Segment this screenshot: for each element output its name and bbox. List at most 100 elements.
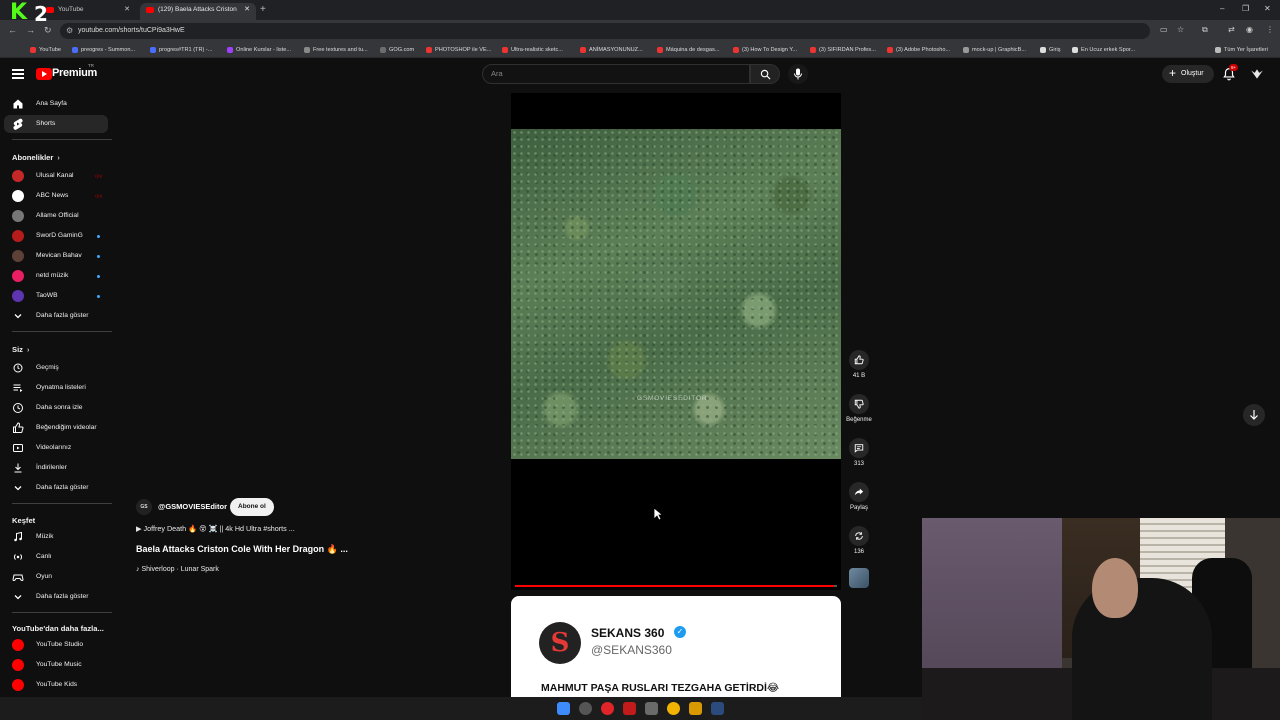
sidebar-item-yt-music[interactable]: YouTube Music: [4, 656, 108, 674]
show-more-you[interactable]: Daha fazla göster: [4, 479, 108, 497]
subscriptions-heading[interactable]: Abonelikler ›: [12, 153, 60, 162]
sidebar-channel[interactable]: Ulusal Kanal ((•)): [4, 167, 108, 185]
bookmark-item[interactable]: Giriş: [1040, 42, 1061, 58]
sound-thumbnail[interactable]: [849, 568, 869, 588]
window-close-icon[interactable]: ✕: [1264, 4, 1271, 13]
hamburger-menu-icon[interactable]: [12, 69, 24, 79]
bookmark-item[interactable]: Free textures and tu...: [304, 42, 368, 58]
bookmark-item[interactable]: Online Kurslar - liste...: [227, 42, 291, 58]
site-info-icon[interactable]: ⚙: [66, 23, 73, 39]
account-avatar[interactable]: [1250, 67, 1264, 81]
minimize-icon[interactable]: –: [1220, 4, 1224, 13]
dislike-button[interactable]: Beğenme: [846, 394, 872, 423]
sidebar-item-home[interactable]: Ana Sayfa: [4, 95, 108, 113]
sidebar-item-music[interactable]: Müzik: [4, 528, 108, 546]
sidebar-channel[interactable]: Allame Official: [4, 207, 108, 225]
bookmark-item[interactable]: mock-up | GraphicB...: [963, 42, 1026, 58]
sidebar-item-history[interactable]: Geçmiş: [4, 359, 108, 377]
sidebar-item-watch-later[interactable]: Daha sonra izle: [4, 399, 108, 417]
arrow-down-icon: [1250, 410, 1258, 420]
share-button[interactable]: Paylaş: [846, 482, 872, 511]
browser-tab-active[interactable]: (129) Baela Attacks Criston ✕: [140, 3, 256, 20]
search-icon: [760, 69, 771, 80]
bookmark-item[interactable]: ANİMASYONUNUZ...: [580, 42, 643, 58]
next-video-button[interactable]: [1243, 404, 1265, 426]
sidebar-item-your-videos[interactable]: Videolarınız: [4, 439, 108, 457]
short-title[interactable]: Baela Attacks Criston Cole With Her Drag…: [136, 544, 348, 555]
start-menu-icon[interactable]: [557, 702, 570, 715]
search-input[interactable]: Ara: [482, 64, 750, 84]
app-icon[interactable]: [645, 702, 658, 715]
chevron-right-icon: ›: [57, 155, 60, 162]
profile-icon[interactable]: ◉: [1246, 25, 1256, 35]
bookmark-item[interactable]: PHOTOSHOP ile VE...: [426, 42, 491, 58]
app-icon[interactable]: [623, 702, 636, 715]
show-more-explore[interactable]: Daha fazla göster: [4, 588, 108, 606]
browser-tab-youtube[interactable]: YouTube ✕: [40, 3, 136, 20]
sidebar-item-liked[interactable]: Beğendiğim videolar: [4, 419, 108, 437]
maximize-icon[interactable]: ❐: [1242, 4, 1249, 13]
sidebar-item-yt-kids[interactable]: YouTube Kids: [4, 676, 108, 694]
close-icon[interactable]: ✕: [124, 3, 130, 17]
bookmark-item[interactable]: En Ucuz erkek Spor...: [1072, 42, 1135, 58]
bookmark-item[interactable]: YouTube: [30, 42, 61, 58]
menu-kebab-icon[interactable]: ⋮: [1266, 25, 1276, 35]
bookmark-item[interactable]: (3) SIFIRDAN Profes...: [810, 42, 876, 58]
comments-button[interactable]: 313: [846, 438, 872, 467]
bookmark-item[interactable]: progres#TR1 (TR) -...: [150, 42, 212, 58]
sidebar-channel[interactable]: netd müzik: [4, 267, 108, 285]
sidebar-item-playlists[interactable]: Oynatma listeleri: [4, 379, 108, 397]
steam-icon[interactable]: [711, 702, 724, 715]
you-heading[interactable]: Siz ›: [12, 345, 29, 354]
forward-icon[interactable]: →: [26, 25, 35, 35]
app-icon[interactable]: [689, 702, 702, 715]
like-button[interactable]: 41 B: [846, 350, 872, 379]
bookmark-item[interactable]: Ultra-realistic sketc...: [502, 42, 563, 58]
next-short-preview[interactable]: SEKANS 360 ✓ @SEKANS360 MAHMUT PAŞA RUSL…: [511, 596, 841, 697]
create-button[interactable]: Oluştur: [1162, 64, 1214, 83]
all-bookmarks[interactable]: Tüm Yer İşaretleri: [1215, 42, 1268, 58]
live-indicator-icon: ((•)): [95, 173, 102, 178]
sidebar-channel[interactable]: SworD GaminG: [4, 227, 108, 245]
app-icon[interactable]: [579, 702, 592, 715]
bookmark-item[interactable]: (3) How To Design Y...: [733, 42, 797, 58]
bookmark-item[interactable]: preogres - Summon...: [72, 42, 135, 58]
new-tab-icon[interactable]: +: [260, 3, 266, 17]
bookmark-star-icon[interactable]: ☆: [1177, 25, 1187, 35]
sidebar-item-downloads[interactable]: İndirilenler: [4, 459, 108, 477]
bookmark-item[interactable]: GOG.com: [380, 42, 414, 58]
show-more-subscriptions[interactable]: Daha fazla göster: [4, 307, 108, 325]
cast-icon[interactable]: ▭: [1160, 25, 1170, 35]
remix-button[interactable]: 136: [846, 526, 872, 555]
short-music[interactable]: ♪ Shiverloop · Lunar Spark: [136, 566, 219, 573]
back-icon[interactable]: ←: [8, 25, 17, 35]
reload-icon[interactable]: ↻: [44, 25, 52, 36]
voice-search-button[interactable]: [788, 64, 808, 84]
sidebar-item-live[interactable]: Canlı: [4, 548, 108, 566]
shorts-player[interactable]: GSMOVIESEDITOR: [511, 93, 841, 590]
sidebar-channel[interactable]: Mevican Bahav: [4, 247, 108, 265]
close-icon[interactable]: ✕: [244, 3, 250, 17]
bookmark-item[interactable]: Máquina de desgas...: [657, 42, 720, 58]
sidebar-channel[interactable]: ABC News ((•)): [4, 187, 108, 205]
new-content-dot: [97, 275, 100, 278]
chevron-down-icon: [14, 314, 22, 319]
notifications-button[interactable]: 9+: [1222, 64, 1239, 81]
subscribe-button[interactable]: Abone ol: [230, 498, 274, 516]
channel-name[interactable]: @GSMOVIESEditor: [158, 498, 227, 516]
sidebar-item-studio[interactable]: YouTube Studio: [4, 636, 108, 654]
short-description[interactable]: ▶ Joffrey Death 🔥 😵 ☠️ || 4k Hd Ultra #s…: [136, 524, 295, 533]
tab-label: (129) Baela Attacks Criston: [158, 6, 237, 13]
sidebar-item-gaming[interactable]: Oyun: [4, 568, 108, 586]
sidebar-item-shorts[interactable]: Shorts: [4, 115, 108, 133]
chrome-icon[interactable]: [667, 702, 680, 715]
channel-avatar[interactable]: GS: [136, 499, 152, 515]
app-icon[interactable]: [601, 702, 614, 715]
progress-bar[interactable]: [515, 585, 837, 587]
search-button[interactable]: [750, 64, 780, 84]
sidebar-channel[interactable]: TaoWB: [4, 287, 108, 305]
extensions-icon[interactable]: ⧉: [1202, 25, 1212, 35]
sidepanel-icon[interactable]: ⇄: [1228, 25, 1238, 35]
url-field[interactable]: ⚙ youtube.com/shorts/tuCPi9a3HwE: [60, 23, 1150, 39]
bookmark-item[interactable]: (3) Adobe Photosho...: [887, 42, 950, 58]
